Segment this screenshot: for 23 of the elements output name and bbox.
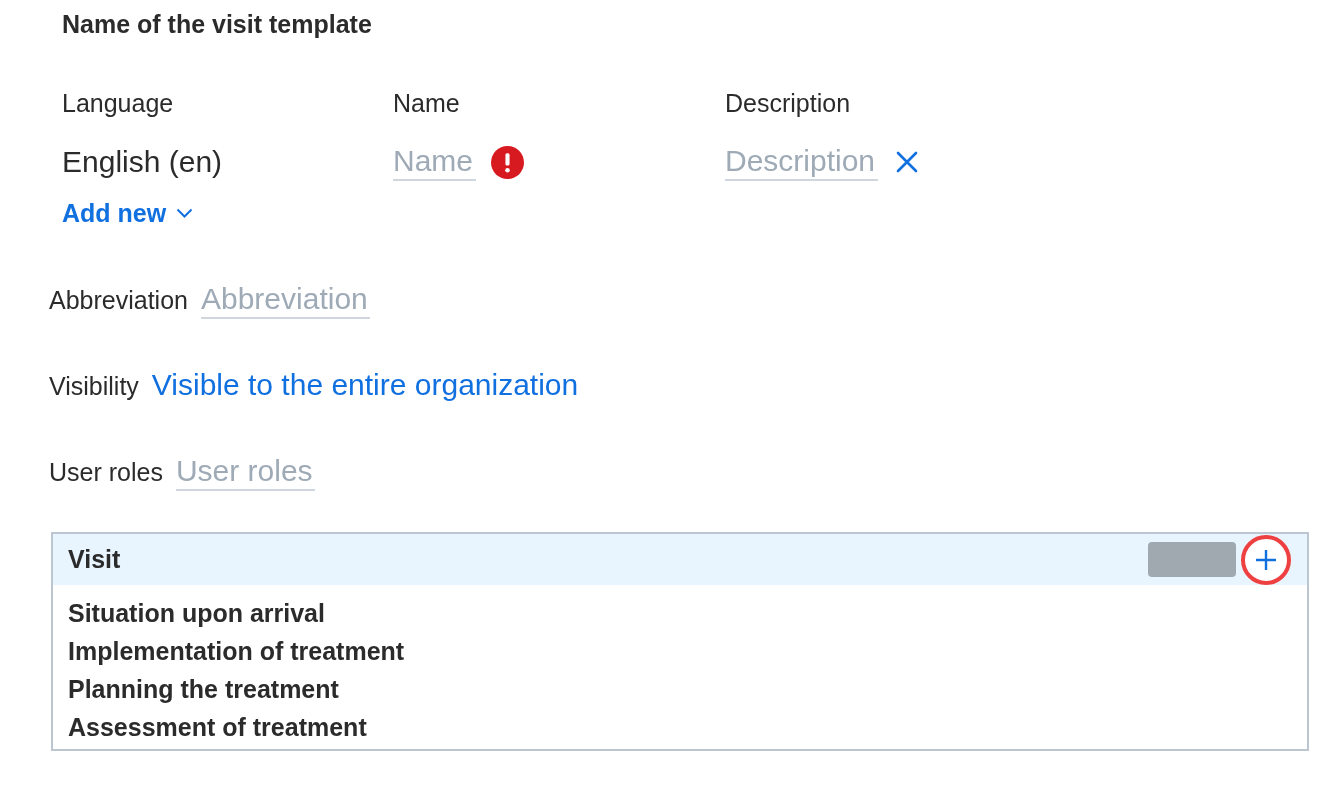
field-label: User roles — [49, 457, 163, 487]
section-item[interactable]: Implementation of treatment — [68, 632, 405, 670]
field-label: Abbreviation — [49, 285, 188, 315]
plus-icon — [1255, 548, 1277, 571]
section-title: Name of the visit template — [62, 9, 373, 39]
panel-title: Visit — [68, 543, 121, 575]
add-new-dropdown[interactable]: Add new — [62, 198, 194, 228]
text-field[interactable]: Abbreviation — [201, 281, 370, 319]
visibility-link[interactable]: Visible to the entire organization — [151, 367, 579, 403]
description-field[interactable]: Description — [725, 143, 878, 181]
text-field[interactable]: User roles — [175, 453, 315, 491]
language-value: English (en) — [62, 144, 223, 180]
column-header: Description — [725, 88, 852, 118]
field-label: Visibility — [49, 371, 139, 401]
caret-icon — [176, 208, 194, 218]
section-item[interactable]: Planning the treatment — [68, 670, 339, 708]
close-icon[interactable] — [896, 151, 918, 173]
name-field[interactable]: Name — [393, 143, 476, 181]
add-button[interactable] — [1241, 534, 1291, 585]
column-header: Language — [62, 88, 175, 118]
section-item[interactable]: Situation upon arrival — [68, 594, 325, 632]
column-header: Name — [393, 88, 461, 118]
section-item[interactable]: Assessment of treatment — [68, 708, 367, 746]
